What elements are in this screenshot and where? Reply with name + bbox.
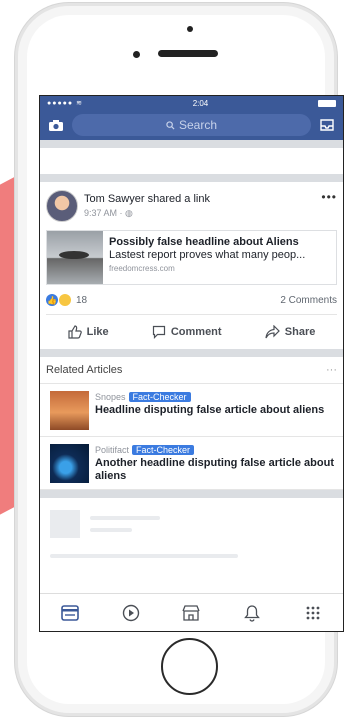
placeholder-line (90, 516, 160, 520)
link-description: Lastest report proves what many peop... (109, 249, 306, 261)
divider (40, 140, 343, 148)
post-header: Tom Sawyer shared a link 9:37 AM · ◍ ••• (46, 190, 337, 222)
share-label: Share (284, 326, 316, 338)
article-thumbnail (50, 391, 89, 430)
app-screen: ●●●●● ≋ 2:04 Search Tom Sawyer shared a … (39, 95, 344, 632)
comment-icon (152, 325, 165, 339)
article-title: Another headline disputing false article… (95, 457, 334, 482)
link-title: Possibly false headline about Aliens (109, 236, 299, 248)
placeholder-line (50, 554, 238, 558)
wow-reaction-icon (59, 294, 71, 306)
share-icon (265, 325, 280, 339)
link-source: freedomcress.com (109, 264, 175, 273)
share-button[interactable]: Share (265, 325, 316, 339)
like-reaction-icon: 👍 (46, 294, 58, 306)
news-feed-icon[interactable] (59, 602, 81, 624)
article-body: Politifact Fact-Checker Another headline … (95, 444, 335, 483)
search-icon (166, 120, 175, 130)
feed-post: Tom Sawyer shared a link 9:37 AM · ◍ •••… (40, 182, 343, 349)
article-title: Headline disputing false article about a… (95, 404, 325, 416)
article-source: Snopes (95, 392, 126, 402)
loading-placeholder (40, 498, 343, 568)
related-article[interactable]: Snopes Fact-Checker Headline disputing fa… (40, 384, 343, 437)
placeholder-line (90, 528, 132, 532)
reactions[interactable]: 👍 18 (46, 294, 87, 306)
post-action: shared a link (147, 193, 210, 205)
divider (40, 490, 343, 498)
related-article[interactable]: Politifact Fact-Checker Another headline … (40, 437, 343, 490)
related-more-icon[interactable]: ··· (326, 364, 337, 376)
divider (40, 349, 343, 357)
comment-count[interactable]: 2 Comments (280, 295, 337, 306)
home-button[interactable] (161, 638, 218, 695)
like-label: Like (86, 326, 109, 338)
divider (40, 174, 343, 182)
link-preview[interactable]: Possibly false headline about Aliens Las… (46, 230, 337, 285)
post-time[interactable]: 9:37 AM · (84, 208, 125, 218)
status-bar: ●●●●● ≋ 2:04 (40, 96, 343, 110)
front-camera (133, 51, 140, 58)
speaker (158, 50, 218, 57)
bottom-tab-bar (40, 593, 343, 631)
related-heading: Related Articles (46, 364, 123, 376)
notifications-icon[interactable] (241, 602, 263, 624)
link-thumbnail (47, 231, 103, 284)
related-articles-header: Related Articles ··· (40, 357, 343, 384)
composer-row[interactable] (40, 148, 343, 174)
article-thumbnail (50, 444, 89, 483)
menu-icon[interactable] (302, 602, 324, 624)
signal-indicator: ●●●●● ≋ (47, 100, 83, 107)
author-name[interactable]: Tom Sawyer (84, 193, 145, 205)
article-body: Snopes Fact-Checker Headline disputing fa… (95, 391, 324, 430)
search-input[interactable]: Search (72, 114, 311, 136)
more-options-icon[interactable]: ••• (321, 190, 337, 204)
battery-icon (318, 99, 336, 107)
link-text: Possibly false headline about Aliens Las… (103, 231, 311, 284)
globe-icon: ◍ (125, 208, 133, 218)
top-bar: Search (40, 110, 343, 140)
fact-checker-badge: Fact-Checker (132, 445, 195, 455)
reaction-count: 18 (76, 294, 88, 306)
stage: ●●●●● ≋ 2:04 Search Tom Sawyer shared a … (0, 0, 349, 721)
proximity-sensor (187, 26, 193, 32)
like-icon (68, 325, 82, 339)
marketplace-icon[interactable] (180, 602, 202, 624)
camera-icon[interactable] (46, 115, 66, 135)
clock: 2:04 (192, 98, 209, 108)
post-actions: Like Comment Share (46, 315, 337, 349)
avatar[interactable] (46, 190, 78, 222)
watch-icon[interactable] (120, 602, 142, 624)
messenger-icon[interactable] (317, 115, 337, 135)
like-button[interactable]: Like (68, 325, 109, 339)
post-meta: Tom Sawyer shared a link 9:37 AM · ◍ (84, 192, 210, 220)
comment-label: Comment (170, 326, 222, 338)
article-source: Politifact (95, 445, 130, 455)
comment-button[interactable]: Comment (152, 325, 222, 339)
placeholder-image (50, 510, 80, 538)
post-stats: 👍 18 2 Comments (46, 294, 337, 315)
search-placeholder: Search (178, 118, 218, 132)
fact-checker-badge: Fact-Checker (128, 392, 191, 402)
